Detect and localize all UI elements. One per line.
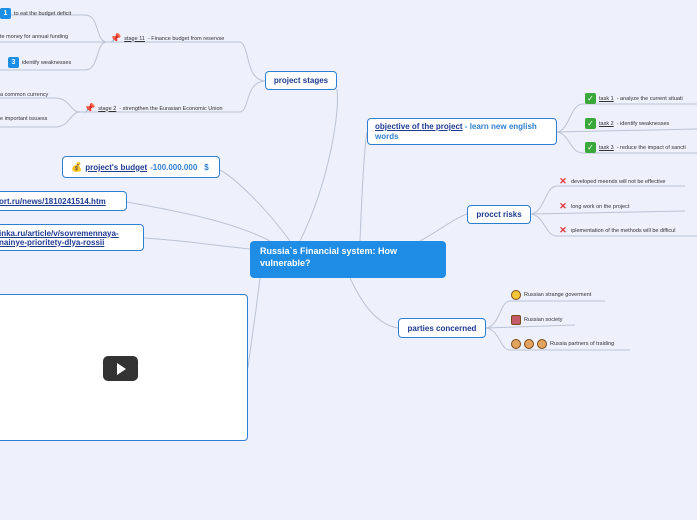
cross-icon: ✕ bbox=[559, 201, 567, 211]
stage-item[interactable]: e important issuess bbox=[0, 116, 47, 122]
stage-2-text: - strengthen the Eurasian Economic Union bbox=[119, 105, 223, 112]
project-stages-node[interactable]: project stages bbox=[265, 71, 337, 90]
task-text: - analyze the current situati bbox=[616, 95, 683, 102]
pin-icon: 📌 bbox=[110, 33, 122, 43]
task-label: task 3 bbox=[599, 144, 614, 151]
stage-item-text: a common currency bbox=[0, 92, 49, 98]
stage-item[interactable]: a common currency bbox=[0, 92, 48, 98]
money-bag-icon: 💰 bbox=[71, 161, 83, 172]
pin-icon: 📌 bbox=[84, 103, 96, 113]
person-icon bbox=[537, 339, 547, 349]
stage-11-text: - Finance budget from reservse bbox=[147, 35, 225, 42]
sunglasses-face-icon bbox=[511, 290, 521, 300]
parties-label: parties concerned bbox=[407, 323, 477, 333]
party-item[interactable]: Russian strange goverment bbox=[511, 290, 591, 300]
family-icon bbox=[511, 315, 521, 325]
video-embed[interactable] bbox=[0, 294, 248, 441]
central-title: Russia`s Financial system: How vulnerabl… bbox=[260, 246, 398, 268]
central-topic[interactable]: Russia`s Financial system: How vulnerabl… bbox=[250, 241, 446, 278]
link-text-line1[interactable]: inka.ru/article/v/sovremennaya- bbox=[0, 229, 119, 238]
task-text: - reduce the impact of sancti bbox=[616, 144, 686, 151]
task-label: task 1 bbox=[599, 95, 614, 102]
party-item[interactable]: Russian society bbox=[511, 315, 563, 325]
stage-item-text: e important issuess bbox=[0, 116, 48, 122]
stage-item-text: te money for annual funding bbox=[0, 34, 69, 40]
risks-node[interactable]: procct risks bbox=[467, 205, 531, 224]
person-icon bbox=[511, 339, 521, 349]
task-item[interactable]: ✓ task 1 - analyze the current situati bbox=[585, 93, 683, 104]
objective-label: objective of the project bbox=[375, 121, 463, 131]
stage-item[interactable]: 1 to eat the budget deficit bbox=[0, 8, 71, 19]
risk-item[interactable]: ✕ long work on the project bbox=[558, 201, 629, 212]
budget-label: project's budget bbox=[85, 162, 148, 172]
stage-2[interactable]: 📌 stage 2 - strengthen the Eurasian Econ… bbox=[84, 103, 223, 114]
budget-value: -100.000.000 bbox=[150, 162, 198, 172]
stage-11[interactable]: 📌 stage 11 - Finance budget from reservs… bbox=[110, 33, 224, 44]
parties-node[interactable]: parties concerned bbox=[398, 318, 486, 338]
task-label: task 2 bbox=[599, 120, 614, 127]
party-text: Russia partners of traiding bbox=[550, 341, 615, 347]
link-text-line2[interactable]: nainye-prioritety-dlya-rossii bbox=[0, 238, 104, 247]
risk-item[interactable]: ✕ iplementation of the methods will be d… bbox=[558, 225, 675, 236]
party-text: Russian strange goverment bbox=[524, 292, 592, 298]
stage-item-text: identify weaknesses bbox=[22, 59, 72, 66]
objective-node[interactable]: objective of the project - learn new eng… bbox=[367, 118, 557, 145]
risks-label: procct risks bbox=[476, 210, 522, 219]
risk-text: developed meends will not be effective bbox=[571, 178, 666, 185]
task-text: - identify weaknesses bbox=[616, 120, 670, 127]
project-stages-label: project stages bbox=[273, 76, 329, 85]
check-icon: ✓ bbox=[585, 93, 596, 104]
cross-icon: ✕ bbox=[559, 176, 567, 186]
party-text: Russian society bbox=[524, 317, 563, 323]
number-icon: 1 bbox=[0, 8, 11, 19]
stage-item[interactable]: 3 identify weaknesses bbox=[8, 57, 71, 68]
check-icon: ✓ bbox=[585, 142, 596, 153]
risk-text: long work on the project bbox=[571, 203, 630, 210]
check-icon: ✓ bbox=[585, 118, 596, 129]
risk-text: iplementation of the methods will be dif… bbox=[571, 227, 676, 234]
cross-icon: ✕ bbox=[559, 225, 567, 235]
link-node[interactable]: ort.ru/news/1810241514.htm bbox=[0, 191, 127, 211]
stage-item-text: to eat the budget deficit bbox=[14, 10, 72, 17]
stage-item[interactable]: te money for annual funding bbox=[0, 34, 68, 40]
currency-symbol: $ bbox=[204, 162, 209, 172]
link-text[interactable]: ort.ru/news/1810241514.htm bbox=[0, 197, 106, 206]
task-item[interactable]: ✓ task 3 - reduce the impact of sancti bbox=[585, 142, 686, 153]
risk-item[interactable]: ✕ developed meends will not be effective bbox=[558, 176, 665, 187]
play-button-icon[interactable] bbox=[103, 356, 138, 381]
number-icon: 3 bbox=[8, 57, 19, 68]
budget-node[interactable]: 💰 project's budget -100.000.000 $ bbox=[62, 156, 220, 178]
stage-11-label: stage 11 bbox=[124, 35, 145, 42]
task-item[interactable]: ✓ task 2 - identify weaknesses bbox=[585, 118, 669, 129]
person-icon bbox=[524, 339, 534, 349]
stage-2-label: stage 2 bbox=[98, 105, 117, 112]
link-node[interactable]: inka.ru/article/v/sovremennaya- nainye-p… bbox=[0, 224, 144, 251]
party-item[interactable]: Russia partners of traiding bbox=[511, 339, 614, 349]
